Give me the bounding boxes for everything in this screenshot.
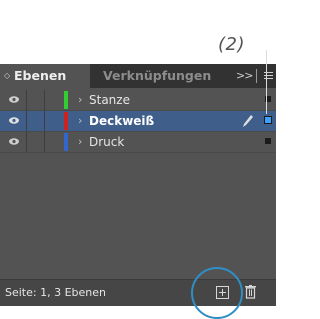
tab-overflow-button[interactable]: >> — [236, 64, 253, 88]
column-divider — [26, 111, 27, 131]
trash-icon[interactable] — [245, 285, 256, 299]
column-divider — [44, 90, 45, 110]
annotation-leader-line — [266, 50, 267, 114]
layer-color-swatch — [64, 133, 68, 151]
layer-target-square[interactable] — [265, 138, 271, 144]
layer-name: Stanze — [89, 93, 130, 107]
layers-panel: ◇ Ebenen Verknüpfungen >> › Stanze › Dec… — [0, 64, 276, 306]
tab-divider — [256, 69, 257, 83]
layer-name: Deckweiß — [89, 114, 155, 128]
chevron-right-icon[interactable]: › — [78, 135, 82, 148]
column-divider — [44, 111, 45, 131]
annotation-label: (2) — [218, 34, 245, 55]
pen-icon — [243, 115, 253, 127]
layer-row[interactable]: › Druck — [0, 132, 276, 153]
annotation-circle — [191, 267, 243, 319]
tab-ebenen[interactable]: ◇ Ebenen — [0, 64, 90, 88]
chevron-right-icon[interactable]: › — [78, 93, 82, 106]
layer-row[interactable]: › Deckweiß — [0, 111, 276, 132]
column-divider — [26, 90, 27, 110]
eye-icon[interactable] — [9, 96, 19, 103]
panel-tab-bar: ◇ Ebenen Verknüpfungen >> — [0, 64, 276, 88]
column-divider — [26, 132, 27, 152]
eye-icon[interactable] — [9, 117, 19, 124]
layer-name: Druck — [89, 135, 125, 149]
layer-color-swatch — [64, 112, 68, 130]
chevron-right-icon[interactable]: › — [78, 114, 82, 127]
column-divider — [44, 132, 45, 152]
layer-target-square[interactable] — [265, 117, 271, 123]
layer-color-swatch — [64, 91, 68, 109]
status-text: Seite: 1, 3 Ebenen — [5, 286, 106, 299]
collapse-arrow-icon[interactable]: ◇ — [4, 64, 10, 88]
eye-icon[interactable] — [9, 138, 19, 145]
layer-row[interactable]: › Stanze — [0, 90, 276, 111]
tab-verknuepfungen[interactable]: Verknüpfungen — [103, 64, 211, 88]
